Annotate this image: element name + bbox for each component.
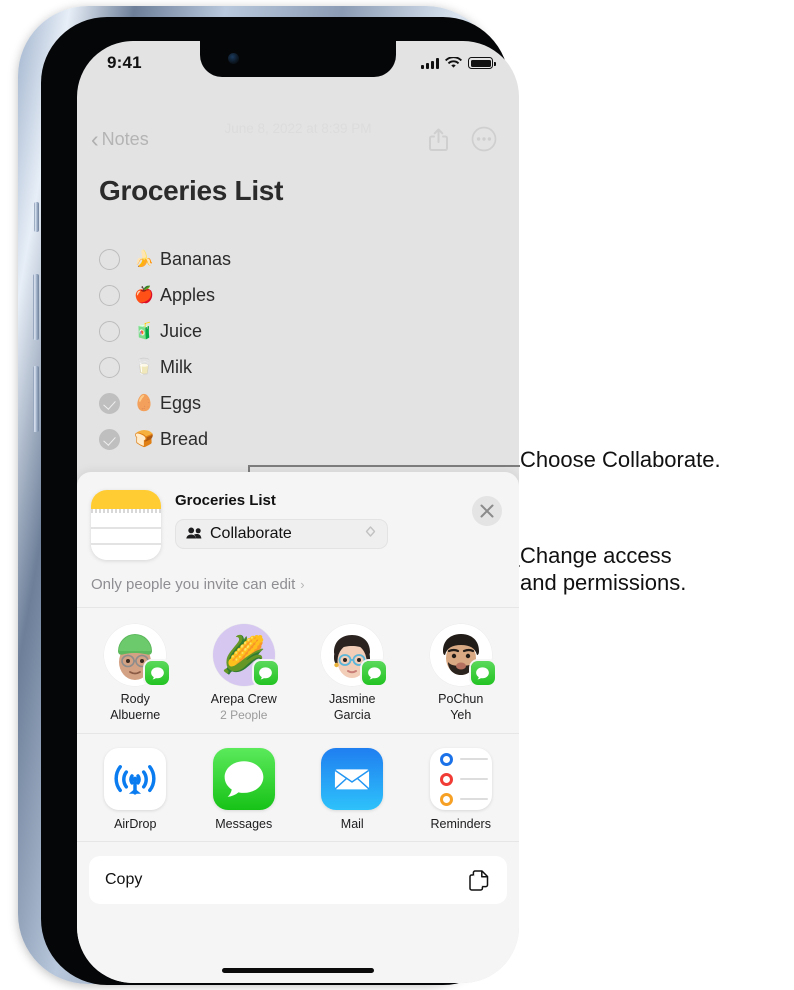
app-label: Reminders — [430, 817, 491, 832]
screenshot-root: 9:41 ‹ Notes June 8, 2022 at 8:39 PM Gro… — [0, 0, 794, 990]
item-emoji: 🥛 — [134, 359, 154, 376]
person-name-line1: PoChun — [438, 692, 484, 706]
person-name-line2: Albuerne — [110, 707, 161, 722]
action-label: Copy — [105, 871, 143, 889]
app-label: Messages — [215, 817, 273, 832]
app-label: Mail — [340, 817, 364, 832]
reminders-icon — [429, 748, 492, 811]
person-name-line1: Rody — [120, 692, 150, 706]
home-indicator[interactable] — [222, 968, 374, 973]
checkbox-checked-icon[interactable] — [99, 428, 120, 450]
front-camera-icon — [228, 53, 239, 64]
checklist-item[interactable]: 🥛 Milk — [99, 349, 499, 385]
volume-up-button[interactable] — [33, 274, 39, 340]
action-row-copy[interactable]: Copy — [89, 856, 507, 905]
airdrop-icon — [104, 748, 167, 811]
checkbox-unchecked-icon[interactable] — [99, 284, 120, 306]
item-label: Apples — [160, 284, 216, 305]
person-item[interactable]: PoChun Yeh — [407, 624, 516, 723]
item-label: Juice — [160, 320, 203, 341]
share-sheet-header: Groceries List Collaborate — [77, 472, 519, 570]
chevron-right-icon: › — [300, 577, 305, 592]
item-label: Bananas — [160, 248, 232, 269]
wifi-icon — [445, 57, 462, 68]
person-item[interactable]: Rody Albuerne — [81, 624, 190, 723]
app-item-messages[interactable]: Messages — [190, 748, 299, 831]
volume-down-button[interactable] — [33, 366, 39, 432]
item-emoji: 🍎 — [134, 287, 154, 304]
messages-badge-icon — [362, 661, 387, 685]
messages-badge-icon — [470, 661, 495, 685]
checklist-item[interactable]: 🍌 Bananas — [99, 241, 499, 277]
share-sheet-title: Groceries List — [175, 492, 276, 509]
access-permissions-row[interactable]: Only people you invite can edit › — [77, 570, 519, 608]
phone-frame: 9:41 ‹ Notes June 8, 2022 at 8:39 PM Gro… — [18, 6, 519, 985]
checkbox-unchecked-icon[interactable] — [99, 356, 120, 378]
item-label: Eggs — [160, 392, 202, 413]
person-subtitle: 2 People — [220, 707, 268, 722]
app-label: AirDrop — [114, 817, 157, 832]
mail-icon — [321, 748, 384, 811]
checklist: 🍌 Bananas 🍎 Apples 🧃 Juice 🥛 Milk 🥚 Eggs… — [99, 241, 499, 457]
checkbox-unchecked-icon[interactable] — [99, 248, 120, 270]
collaborate-dropdown[interactable]: Collaborate — [175, 519, 388, 549]
share-apps-row: AirDrop Messages Mail Reminders — [77, 734, 519, 843]
item-emoji: 🥚 — [134, 395, 154, 412]
app-item-reminders[interactable]: Reminders — [407, 748, 516, 831]
item-emoji: 🍌 — [134, 251, 154, 268]
person-name-line1: Arepa Crew — [210, 692, 277, 706]
checklist-item[interactable]: 🧃 Juice — [99, 313, 499, 349]
battery-full-icon — [468, 57, 496, 69]
app-item-airdrop[interactable]: AirDrop — [81, 748, 190, 831]
share-sheet: Groceries List Collaborate Only people y… — [77, 472, 519, 983]
person-item[interactable]: 🌽 Arepa Crew 2 People — [190, 624, 299, 723]
callout-choose-collaborate: Choose Collaborate. — [520, 447, 721, 472]
ringer-switch-button[interactable] — [34, 202, 39, 232]
item-emoji: 🍞 — [134, 431, 154, 448]
person-item[interactable]: Jasmine Garcia — [298, 624, 407, 723]
phone-screen: 9:41 ‹ Notes June 8, 2022 at 8:39 PM Gro… — [77, 41, 519, 983]
item-label: Bread — [160, 428, 209, 449]
checkbox-checked-icon[interactable] — [99, 392, 120, 414]
callout-change-access: Change access and permissions. — [520, 543, 687, 595]
status-time: 9:41 — [107, 53, 142, 72]
page-title: Groceries List — [99, 175, 284, 206]
close-icon — [480, 504, 494, 518]
callout-leader-1-horizontal — [248, 465, 520, 467]
person-name-line2: Garcia — [333, 707, 371, 722]
access-label: Only people you invite can edit — [91, 576, 296, 593]
checklist-item[interactable]: 🍞 Bread — [99, 421, 499, 457]
notes-document-icon — [91, 490, 161, 560]
checkbox-unchecked-icon[interactable] — [99, 320, 120, 342]
chevron-up-down-icon — [364, 525, 377, 543]
notch — [200, 41, 396, 77]
item-emoji: 🧃 — [134, 323, 154, 340]
messages-badge-icon — [145, 661, 170, 685]
item-label: Milk — [160, 356, 192, 377]
messages-icon — [212, 748, 275, 811]
suggested-people-row: Rody Albuerne 🌽 Arepa Crew 2 People Jasm… — [77, 608, 519, 735]
note-date: June 8, 2022 at 8:39 PM — [224, 121, 372, 136]
close-button[interactable] — [472, 496, 502, 526]
status-indicators — [421, 57, 496, 69]
cellular-bars-icon — [421, 57, 439, 69]
messages-badge-icon — [253, 661, 278, 685]
app-item-mail[interactable]: Mail — [298, 748, 407, 831]
people-icon — [186, 527, 203, 542]
collaborate-label: Collaborate — [210, 525, 292, 542]
copy-documents-icon — [469, 870, 489, 891]
phone-bezel: 9:41 ‹ Notes June 8, 2022 at 8:39 PM Gro… — [41, 17, 519, 985]
checklist-item[interactable]: 🥚 Eggs — [99, 385, 499, 421]
checklist-item[interactable]: 🍎 Apples — [99, 277, 499, 313]
person-name-line2: Yeh — [450, 707, 472, 722]
person-name-line1: Jasmine — [328, 692, 376, 706]
